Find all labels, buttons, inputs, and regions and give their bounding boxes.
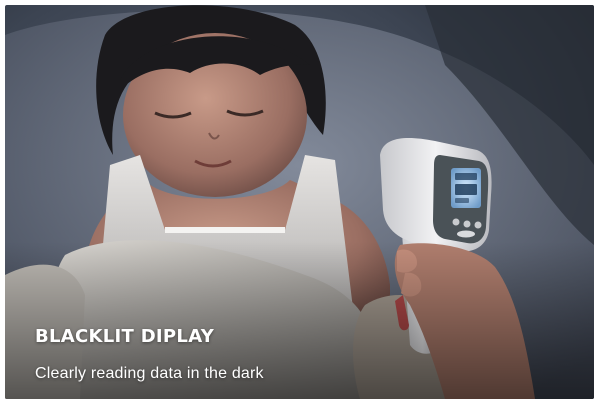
feature-subtitle: Clearly reading data in the dark (35, 365, 264, 382)
feature-title: BLACKLIT DIPLAY (35, 326, 215, 347)
product-feature-banner: BLACKLIT DIPLAY Clearly reading data in … (0, 0, 600, 403)
feature-caption: BLACKLIT DIPLAY Clearly reading data in … (35, 326, 264, 384)
